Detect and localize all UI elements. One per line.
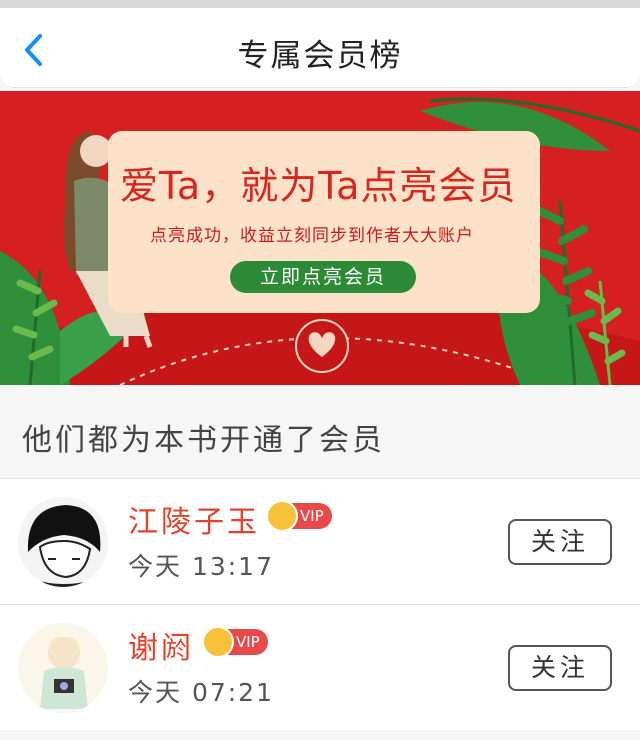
crown-icon xyxy=(202,626,234,658)
avatar[interactable] xyxy=(18,623,108,713)
vip-badge: VIP xyxy=(266,500,332,532)
vip-badge: VIP xyxy=(202,626,268,658)
avatar-illustration xyxy=(18,497,108,587)
membership-promo-banner[interactable]: 爱Ta，就为Ta点亮会员 点亮成功，收益立刻同步到作者大大账户 立即点亮会员 xyxy=(0,91,640,385)
banner-headline: 爱Ta，就为Ta点亮会员 xyxy=(120,164,517,208)
avatar[interactable] xyxy=(18,497,108,587)
timestamp: 今天 13:17 xyxy=(128,552,274,581)
crown-icon xyxy=(266,500,298,532)
banner-subtitle: 点亮成功，收益立刻同步到作者大大账户 xyxy=(150,226,474,246)
status-bar xyxy=(0,0,640,8)
vip-label: VIP xyxy=(300,507,324,525)
top-navigation-bar: 专属会员榜 xyxy=(0,8,640,88)
member-name[interactable]: 江陵子玉 xyxy=(128,497,260,541)
list-item[interactable]: 江陵子玉 VIP 今天 13:17 关注 xyxy=(0,478,640,604)
light-up-membership-button[interactable]: 立即点亮会员 xyxy=(230,261,416,293)
section-title: 他们都为本书开通了会员 xyxy=(22,423,385,458)
list-item[interactable]: 谢阏 VIP 今天 07:21 关注 xyxy=(0,604,640,730)
follow-button[interactable]: 关注 xyxy=(508,645,612,691)
timestamp: 今天 07:21 xyxy=(128,678,274,707)
vip-label: VIP xyxy=(236,633,260,651)
page-title: 专属会员榜 xyxy=(237,38,403,74)
member-list: 江陵子玉 VIP 今天 13:17 关注 谢阏 VIP 今天 07:21 关注 xyxy=(0,478,640,730)
member-name[interactable]: 谢阏 xyxy=(128,623,194,667)
follow-button[interactable]: 关注 xyxy=(508,519,612,565)
avatar-illustration xyxy=(18,623,108,713)
